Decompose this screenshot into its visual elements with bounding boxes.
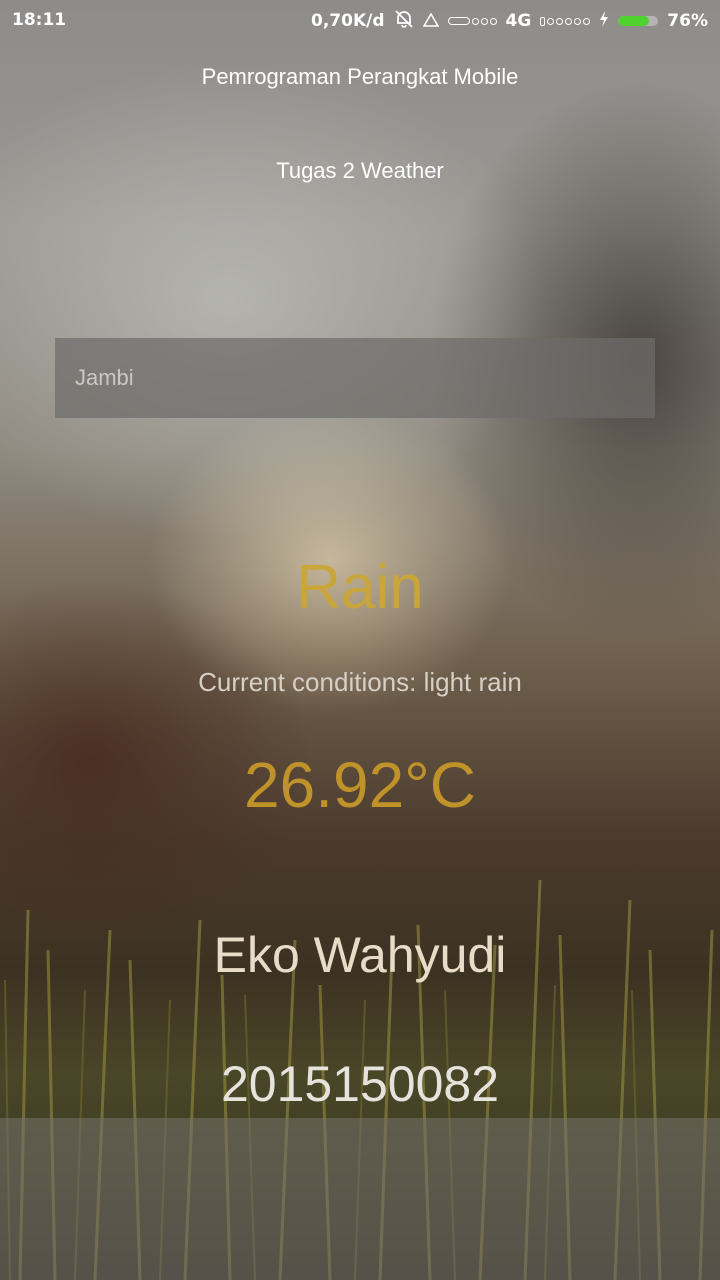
city-search-input[interactable] [55, 338, 655, 418]
mute-alarm-icon [394, 10, 414, 32]
signal-strength-icon [447, 17, 497, 25]
status-indicators: 0,70K/d 4G 76% [311, 10, 708, 32]
battery-fill [618, 16, 649, 26]
signal-strength-secondary-icon [540, 16, 591, 26]
bottom-overlay [0, 1118, 720, 1280]
network-type: 4G [505, 11, 532, 31]
app-subtitle: Tugas 2 Weather [276, 158, 444, 183]
status-bar: 18:11 0,70K/d 4G 76% [0, 0, 720, 42]
charging-bolt-icon [599, 11, 609, 31]
network-speed: 0,70K/d [311, 11, 385, 31]
battery-percent: 76% [667, 11, 708, 31]
current-conditions-text: Current conditions: light rain [198, 667, 522, 697]
author-name: Eko Wahyudi [213, 927, 507, 983]
temperature-value: 26.92°C [244, 749, 476, 821]
author-id: 2015150082 [220, 1056, 500, 1112]
battery-icon [618, 16, 659, 26]
app-title: Pemrograman Perangkat Mobile [201, 64, 519, 89]
status-time: 18:11 [12, 10, 67, 30]
weather-main-label: Rain [296, 553, 424, 622]
warning-triangle-icon [422, 11, 439, 31]
